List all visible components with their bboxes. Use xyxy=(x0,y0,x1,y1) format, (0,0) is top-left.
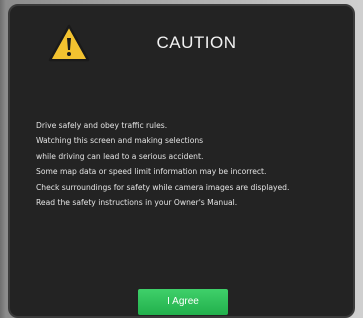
message-line: Some map data or speed limit information… xyxy=(36,167,267,177)
caution-dialog: CAUTION Drive safely and obey traffic ru… xyxy=(8,4,355,318)
screen-background: CAUTION Drive safely and obey traffic ru… xyxy=(0,0,363,318)
dialog-header: CAUTION xyxy=(10,24,353,74)
message-line: Drive safely and obey traffic rules. xyxy=(36,121,168,130)
message-line: Read the safety instructions in your Own… xyxy=(36,198,238,208)
dialog-title: CAUTION xyxy=(156,33,237,52)
dialog-message: Drive safely and obey traffic rules. Wat… xyxy=(36,118,353,210)
message-line: Check surroundings for safety while came… xyxy=(36,182,290,192)
agree-button[interactable]: I Agree xyxy=(138,289,228,315)
message-line: Watching this screen and making selectio… xyxy=(36,136,204,146)
message-line: while driving can lead to a serious acci… xyxy=(36,151,204,161)
